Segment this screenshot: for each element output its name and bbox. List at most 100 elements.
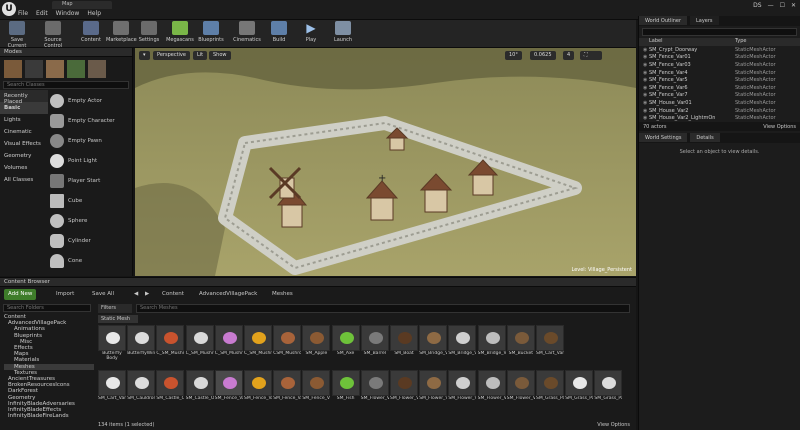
maximize-icon[interactable]: ☐ <box>780 2 785 9</box>
asset-thumbnail[interactable]: C_SM_Mushroom_Var08 <box>244 325 272 363</box>
asset-thumbnail[interactable]: SM_Barrel <box>360 325 389 363</box>
category-geometry[interactable]: Geometry <box>0 150 48 162</box>
megascans-button[interactable]: Megascans <box>165 21 195 47</box>
category-volumes[interactable]: Volumes <box>0 162 48 174</box>
unreal-logo-icon[interactable]: U <box>2 2 16 16</box>
menu-help[interactable]: Help <box>87 10 101 17</box>
asset-thumbnail[interactable]: SM_Fish <box>331 370 360 408</box>
asset-thumbnail[interactable]: C_SM_Mushroom_Var07 <box>185 325 214 363</box>
blueprints-button[interactable]: Blueprints <box>196 21 226 47</box>
tab-details[interactable]: Details <box>690 133 720 142</box>
asset-thumbnail[interactable]: ButterflyWing <box>127 325 156 363</box>
nav-forward-icon[interactable]: ▶ <box>141 289 153 300</box>
outliner-row[interactable]: ◉ SM_Fence_Var7 StaticMeshActor <box>639 92 800 100</box>
maximize-viewport-icon[interactable]: ⛶ <box>580 51 602 60</box>
outliner-row[interactable]: ◉ SM_Fence_Var5 StaticMeshActor <box>639 76 800 84</box>
actor-sphere[interactable]: Sphere <box>50 212 128 230</box>
level-tab[interactable]: Map <box>52 1 112 9</box>
asset-thumbnail[interactable]: SM_Flower_Var06 <box>506 370 535 408</box>
source-control-button[interactable]: Source Control <box>38 21 68 49</box>
search-folders-input[interactable]: Search Folders <box>3 304 91 312</box>
asset-thumbnail[interactable]: SM_Bridge_Var01 <box>419 325 448 363</box>
asset-thumbnail[interactable]: SM_Axe <box>331 325 360 363</box>
actor-empty-pawn[interactable]: Empty Pawn <box>50 132 128 150</box>
asset-thumbnail[interactable]: SM_Boat <box>390 325 418 363</box>
category-visual-effects[interactable]: Visual Effects <box>0 138 48 150</box>
category-all-classes[interactable]: All Classes <box>0 174 48 186</box>
settings-button[interactable]: Settings <box>134 21 164 47</box>
asset-thumbnail[interactable]: C_SM_Mushroom_Var06 <box>156 325 185 363</box>
level-viewport[interactable]: + ▾ Perspective Lit Show 10° 0.0625 4 ⛶ … <box>135 48 636 276</box>
asset-thumbnail[interactable]: SM_Fence_Var01 <box>214 370 243 408</box>
outliner-view-options[interactable]: View Options <box>763 124 796 130</box>
breadcrumb-meshes[interactable]: Meshes <box>268 289 297 300</box>
play-button[interactable]: ▶ Play <box>296 21 326 47</box>
outliner-row[interactable]: ◉ SM_Crypt_Doorway StaticMeshActor <box>639 46 800 54</box>
outliner-row[interactable]: ◉ SM_Fence_Var03 StaticMeshActor <box>639 61 800 69</box>
menu-file[interactable]: File <box>18 10 28 17</box>
add-new-button[interactable]: Add New <box>4 289 37 300</box>
asset-thumbnail[interactable]: SM_Grass_Patch_Var01_FoliageType <box>565 370 594 408</box>
asset-thumbnail[interactable]: SM_Bucket <box>506 325 535 363</box>
col-type[interactable]: Type <box>735 38 746 46</box>
actor-player-start[interactable]: Player Start <box>50 172 128 190</box>
folder-infinitybladefirelands[interactable]: InfinityBladeFireLands <box>4 413 94 419</box>
asset-thumbnail[interactable]: SM_Castle_Open <box>185 370 214 408</box>
actor-cylinder[interactable]: Cylinder <box>50 232 128 250</box>
asset-thumbnail[interactable]: SM_Flower_Var05 <box>477 370 506 408</box>
actor-empty-actor[interactable]: Empty Actor <box>50 92 128 110</box>
asset-thumbnail[interactable]: SM_Flower_Var04 <box>448 370 477 408</box>
asset-thumbnail[interactable]: SM_Cart_Var01 <box>536 325 564 363</box>
asset-thumbnail[interactable]: C_SM_Mushroom_Var01 <box>214 325 243 363</box>
tab-world-settings[interactable]: World Settings <box>639 133 688 142</box>
geometry-mode-icon[interactable] <box>88 60 106 78</box>
asset-thumbnail[interactable]: SM_Grass_Patch_Var01_FoliageType <box>594 370 623 408</box>
col-label[interactable]: Label <box>649 38 735 46</box>
perspective-button[interactable]: Perspective <box>153 51 190 60</box>
scale-snap[interactable]: 0.0625 <box>530 51 556 60</box>
menu-window[interactable]: Window <box>56 10 80 17</box>
asset-thumbnail[interactable]: SM_Flower_Var01 <box>360 370 389 408</box>
outliner-row[interactable]: ◉ SM_House_Var01 StaticMeshActor <box>639 99 800 107</box>
asset-thumbnail[interactable]: SM_Cart_Var02 <box>98 370 126 408</box>
asset-thumbnail[interactable]: SM_Fence_Var02 <box>244 370 272 408</box>
import-button[interactable]: Import <box>52 289 78 300</box>
cinematics-button[interactable]: Cinematics <box>232 21 262 47</box>
breadcrumb-content[interactable]: Content <box>158 289 188 300</box>
place-mode-icon[interactable] <box>4 60 22 78</box>
actor-cone[interactable]: Cone <box>50 252 128 270</box>
asset-thumbnail[interactable]: SM_Cauldron <box>127 370 156 408</box>
launch-button[interactable]: Launch <box>328 21 358 47</box>
lit-button[interactable]: Lit <box>193 51 208 60</box>
breadcrumb-advancedvillagepack[interactable]: AdvancedVillagePack <box>195 289 261 300</box>
save-current-button[interactable]: Save Current <box>2 21 32 49</box>
asset-thumbnail[interactable]: SM_Fence_Var03 <box>273 370 302 408</box>
filters-button[interactable]: Filters <box>98 304 132 313</box>
camera-speed[interactable]: 4 <box>563 51 575 60</box>
asset-thumbnail[interactable]: SM_Flower_Var02 <box>390 370 418 408</box>
outliner-row[interactable]: ◉ SM_Fence_Var6 StaticMeshActor <box>639 84 800 92</box>
close-icon[interactable]: ✕ <box>791 2 796 9</box>
paint-mode-icon[interactable] <box>25 60 43 78</box>
asset-thumbnail[interactable]: SM_Fence_Var04 <box>302 370 331 408</box>
asset-thumbnail[interactable]: SM_Flower_Var03 <box>419 370 448 408</box>
outliner-row[interactable]: ◉ SM_House_Var2_LightmOn StaticMeshActor <box>639 114 800 122</box>
static-mesh-filter-tag[interactable]: Static Mesh <box>98 315 138 323</box>
save-all-button[interactable]: Save All <box>88 289 118 300</box>
content-view-options[interactable]: View Options <box>597 422 630 428</box>
asset-thumbnail[interactable]: SM_Grass_Patch_Var01 <box>536 370 564 408</box>
outliner-row[interactable]: ◉ SM_Fence_Var4 StaticMeshActor <box>639 69 800 77</box>
tab-world-outliner[interactable]: World Outliner <box>639 16 688 25</box>
search-classes-input[interactable]: Search Classes <box>3 81 129 89</box>
asset-thumbnail[interactable]: CSM_Mushroom_Var07 <box>273 325 302 363</box>
category-recently-placed[interactable]: Recently Placed <box>0 90 48 105</box>
outliner-search-input[interactable] <box>642 28 797 36</box>
foliage-mode-icon[interactable] <box>67 60 85 78</box>
asset-thumbnail[interactable]: SM_Castle_Closed <box>156 370 185 408</box>
actor-cube[interactable]: Cube <box>50 192 128 210</box>
content-button[interactable]: Content <box>76 21 106 47</box>
tab-layers[interactable]: Layers <box>689 16 719 25</box>
build-button[interactable]: Build <box>264 21 294 47</box>
category-lights[interactable]: Lights <box>0 114 48 126</box>
landscape-mode-icon[interactable] <box>46 60 64 78</box>
